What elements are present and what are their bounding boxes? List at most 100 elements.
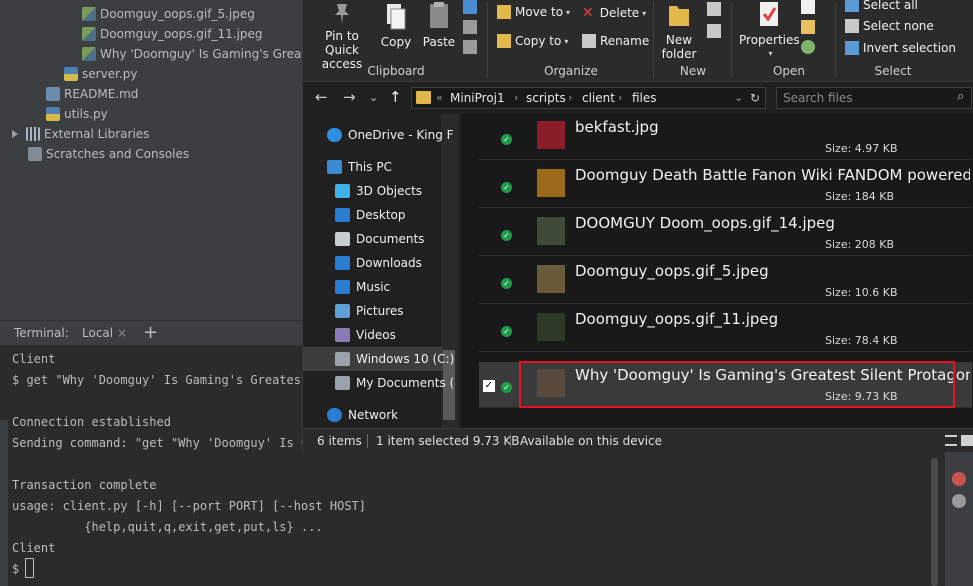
add-terminal-icon[interactable]: + [143, 322, 158, 343]
file-row[interactable]: ✓ Doomguy_oops.gif_5.jpeg Size: 10.6 KB [479, 258, 972, 304]
python-file-icon [64, 67, 78, 81]
details-view-icon[interactable] [945, 435, 957, 446]
breadcrumb-miniproj1[interactable]: MiniProj1 [450, 91, 505, 105]
project-file-readme[interactable]: README.md [46, 84, 138, 104]
item-count: 6 items [317, 434, 362, 448]
delete-button[interactable]: ✕ Delete ▾ [582, 5, 646, 21]
copy-button[interactable]: Copy [379, 2, 413, 49]
project-file-server-py[interactable]: server.py [64, 64, 137, 84]
nav-item-3d-objects[interactable]: 3D Objects [335, 180, 422, 202]
project-file-utils-py[interactable]: utils.py [46, 104, 108, 124]
back-arrow-icon[interactable]: ← [315, 88, 328, 106]
nav-item-pictures[interactable]: Pictures [335, 300, 404, 322]
file-row[interactable]: ✓ DOOMGUY Doom_oops.gif_14.jpeg Size: 20… [479, 210, 972, 256]
breadcrumb-scripts[interactable]: scripts [526, 91, 566, 105]
open-button[interactable] [801, 0, 819, 14]
paste-button[interactable]: Paste [421, 2, 457, 49]
file-name: bekfast.jpg [575, 118, 659, 136]
close-icon[interactable]: × [117, 326, 127, 340]
nav-item-windows-c[interactable]: Windows 10 (C:) [335, 348, 454, 370]
paste-icon [430, 2, 448, 28]
terminal-input-cursor[interactable] [25, 558, 34, 578]
search-icon[interactable]: ⌕ [957, 89, 964, 104]
breadcrumb-files[interactable]: files [632, 91, 657, 105]
file-explorer-window: Pin to Quick access Copy Paste Clipboard… [302, 0, 973, 452]
file-row[interactable]: ✓ bekfast.jpg Size: 4.97 KB [479, 114, 972, 160]
nav-item-downloads[interactable]: Downloads [335, 252, 422, 274]
project-tree-panel: Doomguy_oops.gif_5.jpeg Doomguy_oops.gif… [0, 0, 336, 320]
paste-shortcut-icon [463, 40, 477, 54]
terminal-scrollbar[interactable] [931, 458, 938, 586]
availability-status: Available on this device [520, 434, 663, 448]
image-file-icon [82, 27, 96, 41]
address-bar[interactable]: « MiniProj1 › scripts › client › files ⌄… [411, 87, 766, 109]
large-icons-view-icon[interactable] [961, 435, 973, 446]
breadcrumb-separator-icon[interactable]: › [514, 91, 518, 104]
pin-to-quick-access-button[interactable]: Pin to Quick access [309, 2, 375, 71]
easy-access-button[interactable] [707, 24, 725, 38]
move-to-button[interactable]: Move to ▾ [497, 5, 570, 19]
breadcrumb-separator-icon[interactable]: › [618, 91, 622, 104]
edit-button[interactable] [801, 20, 819, 34]
python-file-icon [46, 107, 60, 121]
nav-item-videos[interactable]: Videos [335, 324, 396, 346]
network-icon [327, 408, 342, 422]
nav-item-music[interactable]: Music [335, 276, 390, 298]
nav-item-this-pc[interactable]: This PC [327, 156, 392, 178]
tool-window-icon[interactable] [952, 494, 966, 508]
search-box[interactable]: ⌕ [776, 87, 972, 109]
project-external-libraries[interactable]: External Libraries [12, 124, 149, 144]
chevron-down-icon: ▾ [642, 8, 647, 18]
file-name: Why 'Doomguy' Is Gaming's Greatest Silen… [575, 366, 970, 384]
new-item-button[interactable] [707, 2, 725, 16]
selection-checkbox[interactable]: ✓ [483, 380, 495, 392]
select-none-icon [845, 19, 859, 33]
history-button[interactable] [801, 40, 819, 54]
cut-button[interactable] [463, 0, 481, 14]
search-input[interactable] [783, 90, 948, 106]
project-scratches[interactable]: Scratches and Consoles [28, 144, 189, 164]
copy-path-button[interactable] [463, 20, 481, 34]
invert-selection-button[interactable]: Invert selection [845, 41, 956, 55]
project-file-why-doomguy[interactable]: Why 'Doomguy' Is Gaming's Greatest S [82, 44, 336, 64]
file-row-selected[interactable]: ✓ ✓ Why 'Doomguy' Is Gaming's Greatest S… [479, 362, 972, 408]
breadcrumb-separator-icon[interactable]: › [568, 91, 572, 104]
file-row[interactable]: ✓ Doomguy_oops.gif_11.jpeg Size: 78.4 KB [479, 306, 972, 352]
forward-arrow-icon[interactable]: → [343, 88, 356, 106]
selection-info: 1 item selected 9.73 KB [376, 434, 520, 448]
paste-shortcut-button[interactable] [463, 40, 481, 54]
new-folder-button[interactable]: New folder [659, 0, 699, 61]
refresh-icon[interactable]: ↻ [750, 91, 760, 105]
up-arrow-icon[interactable]: ↑ [389, 88, 402, 106]
overflow-chevron-icon[interactable]: « [436, 91, 443, 104]
chevron-down-icon: ▾ [768, 49, 773, 58]
image-file-icon [82, 47, 96, 61]
terminal-prompt: $ [12, 562, 20, 576]
nav-item-my-documents[interactable]: My Documents ( [335, 372, 454, 394]
rename-button[interactable]: Rename [582, 34, 649, 48]
project-file-doomguy-oops-11[interactable]: Doomguy_oops.gif_11.jpeg [82, 24, 263, 44]
debug-icon[interactable] [952, 472, 966, 486]
select-all-button[interactable]: Select all [845, 0, 918, 12]
desktop-icon [335, 208, 350, 222]
file-size: Size: 208 KB [825, 238, 895, 251]
address-dropdown-icon[interactable]: ⌄ [734, 91, 743, 104]
nav-item-desktop[interactable]: Desktop [335, 204, 406, 226]
terminal-tab-local[interactable]: Local [82, 326, 113, 340]
breadcrumb-client[interactable]: client [582, 91, 615, 105]
edit-icon [801, 20, 815, 34]
file-name: Doomguy_oops.gif_11.jpeg [575, 310, 779, 328]
pictures-icon [335, 304, 350, 318]
copy-to-button[interactable]: Copy to ▾ [497, 34, 568, 48]
nav-item-onedrive[interactable]: OneDrive - King F [327, 124, 454, 146]
recent-locations-icon[interactable]: ⌄ [369, 91, 378, 104]
project-file-doomguy-oops-5[interactable]: Doomguy_oops.gif_5.jpeg [82, 4, 255, 24]
properties-button[interactable]: Properties ▾ [739, 0, 800, 61]
sync-status-icon: ✓ [501, 182, 512, 193]
history-icon [801, 40, 815, 54]
nav-item-network[interactable]: Network [327, 404, 398, 426]
nav-item-documents[interactable]: Documents [335, 228, 424, 250]
file-row[interactable]: ✓ Doomguy Death Battle Fanon Wiki FANDOM… [479, 162, 972, 208]
expand-arrow-icon[interactable] [12, 130, 18, 138]
select-none-button[interactable]: Select none [845, 19, 934, 33]
